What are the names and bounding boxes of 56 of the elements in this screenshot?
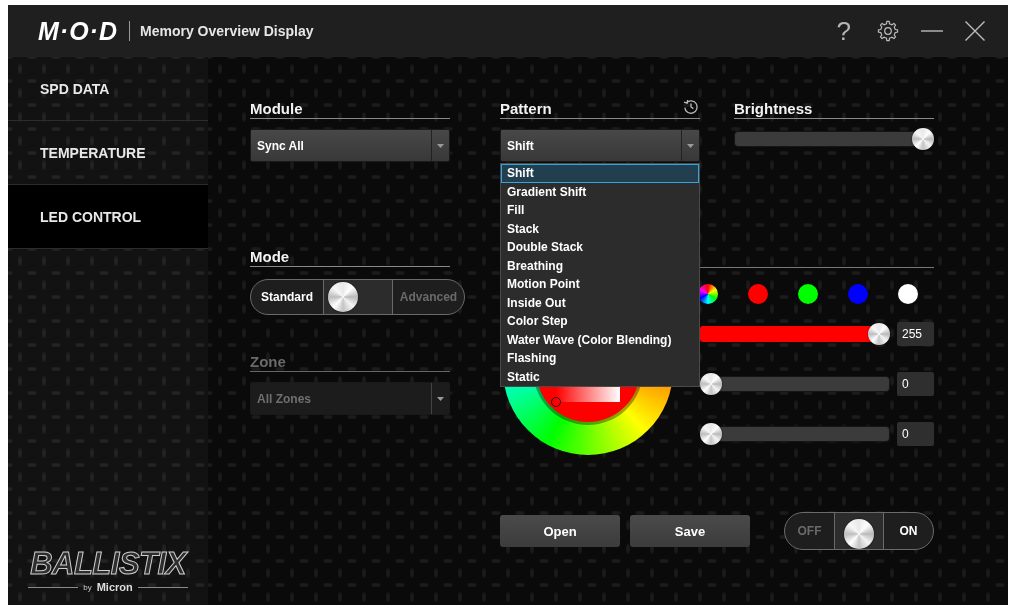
section-label: Mode: [250, 248, 290, 266]
channel-value-field[interactable]: 0: [897, 422, 934, 446]
slider-track[interactable]: [700, 423, 890, 445]
dropdown-option[interactable]: Breathing: [501, 256, 699, 275]
help-button[interactable]: ?: [836, 17, 851, 45]
section-label: Pattern: [500, 100, 552, 118]
dropdown-option[interactable]: Color Step: [501, 312, 699, 331]
section-label: Brightness: [734, 100, 813, 118]
module-dropdown[interactable]: Sync All: [250, 129, 450, 162]
dropdown-option[interactable]: Stack: [501, 219, 699, 238]
color-swatch[interactable]: [898, 284, 918, 304]
dropdown-option[interactable]: Inside Out: [501, 293, 699, 312]
settings-icon[interactable]: [877, 20, 899, 42]
history-icon[interactable]: [683, 99, 699, 115]
power-option[interactable]: ON: [884, 513, 933, 549]
caret-icon: [687, 143, 694, 148]
section-label: Module: [250, 100, 303, 118]
dropdown-option[interactable]: Shift: [501, 164, 699, 183]
mode-toggle[interactable]: Standard Advanced: [250, 279, 465, 315]
channel-value-field[interactable]: 0: [897, 372, 934, 396]
dropdown-option[interactable]: Flashing: [501, 349, 699, 368]
spectrum-swatch[interactable]: [698, 284, 718, 304]
byline-text: by: [83, 582, 92, 592]
dropdown-option[interactable]: Double Stack: [501, 238, 699, 257]
slider-track[interactable]: [700, 323, 890, 345]
action-button[interactable]: Open: [500, 515, 620, 547]
brand-logo: BALLISTIX: [30, 548, 186, 580]
mode-option[interactable]: Standard: [251, 280, 323, 314]
slider-thumb[interactable]: [868, 323, 890, 345]
caret-icon: [437, 143, 444, 148]
channel-value-field[interactable]: 255: [897, 322, 934, 346]
slider-track[interactable]: [700, 373, 890, 395]
slider-thumb[interactable]: [700, 423, 722, 445]
dropdown-option[interactable]: Static: [501, 367, 699, 386]
section-label: Zone: [250, 353, 286, 371]
caret-icon: [437, 396, 444, 401]
dropdown-option[interactable]: Gradient Shift: [501, 182, 699, 201]
pattern-dropdown[interactable]: Shift: [500, 129, 700, 162]
close-icon[interactable]: [965, 21, 985, 41]
slider-thumb[interactable]: [912, 128, 934, 150]
dropdown-option[interactable]: Fill: [501, 201, 699, 220]
dropdown-option[interactable]: Motion Point: [501, 275, 699, 294]
action-button[interactable]: Save: [630, 515, 750, 547]
color-swatch[interactable]: [848, 284, 868, 304]
app-title: Memory Overview Display: [140, 23, 314, 39]
toggle-knob[interactable]: [328, 282, 358, 312]
toggle-knob[interactable]: [844, 519, 874, 549]
color-swatch[interactable]: [798, 284, 818, 304]
app-logo: M·O·D: [38, 17, 118, 45]
slider-thumb[interactable]: [700, 373, 722, 395]
maker-logo: Micron: [96, 581, 133, 593]
power-toggle[interactable]: OFF ON: [784, 512, 934, 550]
dropdown-option[interactable]: Water Wave (Color Blending): [501, 330, 699, 349]
sidebar-item[interactable]: LED CONTROL: [8, 185, 208, 249]
slider-track[interactable]: [734, 128, 934, 150]
color-swatch[interactable]: [748, 284, 768, 304]
